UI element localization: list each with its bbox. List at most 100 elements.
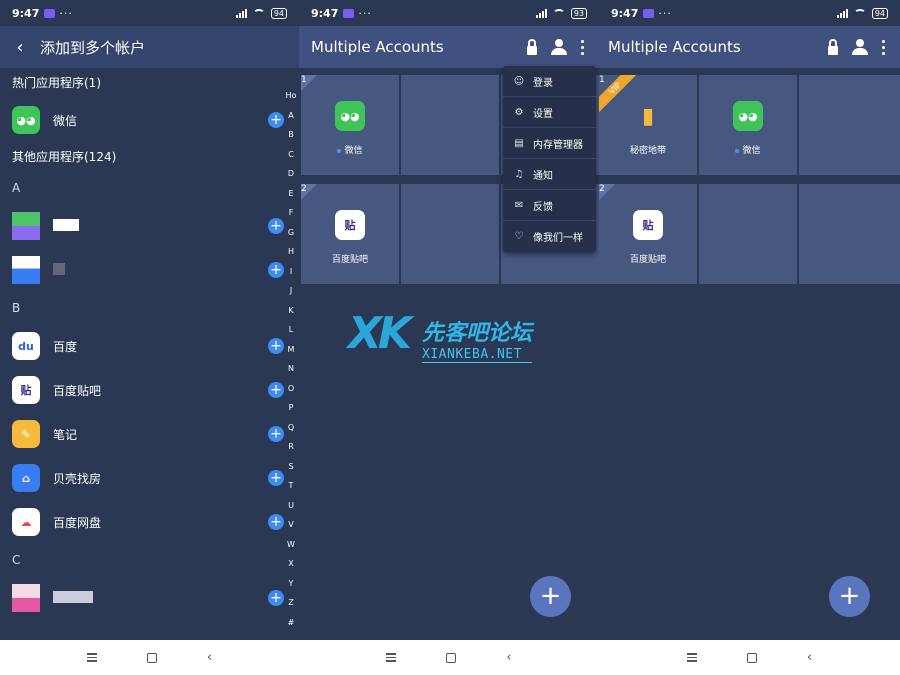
beike-icon: ⌂ <box>12 464 40 492</box>
more-menu-icon[interactable] <box>882 39 886 55</box>
alphabet-letter[interactable]: Ho <box>284 86 298 106</box>
site-watermark: XK 先客吧论坛 XIANKEBA.NET <box>348 305 533 363</box>
list-item[interactable]: ☁ 百度网盘 + <box>0 500 286 544</box>
list-item[interactable]: + <box>0 248 286 292</box>
list-item[interactable]: + <box>0 204 286 248</box>
menu-item-memory[interactable]: ▤ 内存管理器 <box>503 128 596 159</box>
menu-item-label: 设置 <box>533 108 553 120</box>
back-arrow-icon[interactable]: ‹ <box>0 37 40 58</box>
alphabet-letter[interactable]: N <box>284 359 298 379</box>
app-slot[interactable]: ◕◕ 微信 <box>699 75 797 175</box>
app-bar: ‹ 添加到多个帐户 <box>0 26 299 68</box>
alphabet-letter[interactable]: Y <box>284 574 298 594</box>
system-nav-bar: ‹ <box>599 640 900 675</box>
alphabet-letter[interactable]: F <box>284 203 298 223</box>
alphabet-letter[interactable]: J <box>284 281 298 301</box>
alphabet-letter[interactable]: K <box>284 301 298 321</box>
alphabet-index[interactable]: Ho A B C D E F G H I J K L M N O P Q R S T U V W X Y Z # <box>284 86 298 632</box>
add-button[interactable]: + <box>268 514 284 530</box>
app-slot[interactable]: VIP 1 ▮ 秘密地带 <box>599 75 697 175</box>
app-slot[interactable]: 2 贴 百度贴吧 <box>301 184 399 284</box>
empty-slot[interactable] <box>799 75 900 175</box>
list-item[interactable]: du 百度 + <box>0 324 286 368</box>
list-item[interactable]: ◕◕ 微信 + <box>0 98 286 142</box>
alphabet-letter[interactable]: V <box>284 515 298 535</box>
app-icon <box>12 212 40 240</box>
app-slot[interactable]: 1 ◕◕ 微信 <box>301 75 399 175</box>
list-item[interactable]: ✎ 笔记 + <box>0 412 286 456</box>
menu-item-bell[interactable]: ♫ 通知 <box>503 159 596 190</box>
alphabet-letter[interactable]: # <box>284 613 298 633</box>
empty-slot[interactable] <box>699 184 797 284</box>
app-slot[interactable]: 2 贴 百度贴吧 <box>599 184 697 284</box>
nav-back-button[interactable]: ‹ <box>506 650 511 665</box>
add-button[interactable]: + <box>268 112 284 128</box>
alphabet-letter[interactable]: P <box>284 398 298 418</box>
add-button[interactable]: + <box>268 262 284 278</box>
recents-button[interactable] <box>386 653 397 662</box>
alphabet-letter[interactable]: B <box>284 125 298 145</box>
slot-label: 百度贴吧 <box>629 255 666 265</box>
menu-item-person-outline[interactable]: ☺ 登录 <box>503 66 596 97</box>
list-item[interactable]: 贴 百度贴吧 + <box>0 368 286 412</box>
person-outline-icon: ☺ <box>513 75 525 87</box>
alphabet-letter[interactable]: U <box>284 496 298 516</box>
alphabet-letter[interactable]: R <box>284 437 298 457</box>
alphabet-letter[interactable]: X <box>284 554 298 574</box>
app-list[interactable]: 热门应用程序(1) ◕◕ 微信 + 其他应用程序(124) A + + B du… <box>0 68 286 620</box>
alphabet-letter[interactable]: W <box>284 535 298 555</box>
alphabet-letter[interactable]: Z <box>284 593 298 613</box>
home-button[interactable] <box>746 652 757 663</box>
alphabet-letter[interactable]: S <box>284 457 298 477</box>
alphabet-letter[interactable]: H <box>284 242 298 262</box>
netdisk-icon: ☁ <box>12 508 40 536</box>
add-button[interactable]: + <box>268 218 284 234</box>
empty-slot[interactable] <box>799 184 900 284</box>
alphabet-letter[interactable]: T <box>284 476 298 496</box>
battery-icon: 94 <box>270 7 287 19</box>
feedback-icon: ✉ <box>514 199 524 211</box>
alphabet-letter[interactable]: E <box>284 184 298 204</box>
account-icon[interactable] <box>551 39 567 55</box>
empty-slot[interactable] <box>401 184 499 284</box>
app-icon <box>12 584 40 612</box>
lock-icon[interactable] <box>828 38 838 55</box>
list-item[interactable]: ⌂ 贝壳找房 + <box>0 456 286 500</box>
alphabet-letter[interactable]: C <box>284 145 298 165</box>
add-button[interactable]: + <box>268 590 284 606</box>
list-item[interactable]: + <box>0 576 286 620</box>
add-button[interactable]: + <box>268 382 284 398</box>
alphabet-letter[interactable]: Q <box>284 418 298 438</box>
nav-back-button[interactable]: ‹ <box>207 650 212 665</box>
menu-item-feedback[interactable]: ✉ 反馈 <box>503 190 596 221</box>
more-menu-icon[interactable] <box>581 39 585 55</box>
alphabet-letter[interactable]: A <box>284 106 298 126</box>
nav-back-button[interactable]: ‹ <box>807 650 812 665</box>
alphabet-letter[interactable]: I <box>284 262 298 282</box>
add-button[interactable]: + <box>268 426 284 442</box>
recents-button[interactable] <box>86 653 97 662</box>
home-button[interactable] <box>446 652 457 663</box>
add-account-button[interactable]: + <box>530 576 571 617</box>
alphabet-letter[interactable]: D <box>284 164 298 184</box>
slot-label: 微信 <box>344 146 363 156</box>
empty-slot[interactable] <box>401 75 499 175</box>
alphabet-letter[interactable]: G <box>284 223 298 243</box>
alphabet-letter[interactable]: O <box>284 379 298 399</box>
app-name: 微信 <box>53 113 78 128</box>
add-account-button[interactable]: + <box>829 576 870 617</box>
menu-item-gear[interactable]: ⚙ 设置 <box>503 97 596 128</box>
alphabet-letter[interactable]: L <box>284 320 298 340</box>
recents-button[interactable] <box>686 653 697 662</box>
alphabet-letter[interactable]: M <box>284 340 298 360</box>
other-apps-header: 其他应用程序(124) <box>12 150 117 164</box>
account-icon[interactable] <box>852 39 868 55</box>
status-bar: 9:47 ··· 94 <box>599 0 900 26</box>
lock-icon[interactable] <box>527 38 537 55</box>
add-button[interactable]: + <box>268 470 284 486</box>
menu-item-heart[interactable]: ♡ 像我们一样 <box>503 221 596 252</box>
home-button[interactable] <box>146 652 157 663</box>
app-notification-icon <box>44 8 56 18</box>
slot-number: 1 <box>599 75 605 85</box>
add-button[interactable]: + <box>268 338 284 354</box>
